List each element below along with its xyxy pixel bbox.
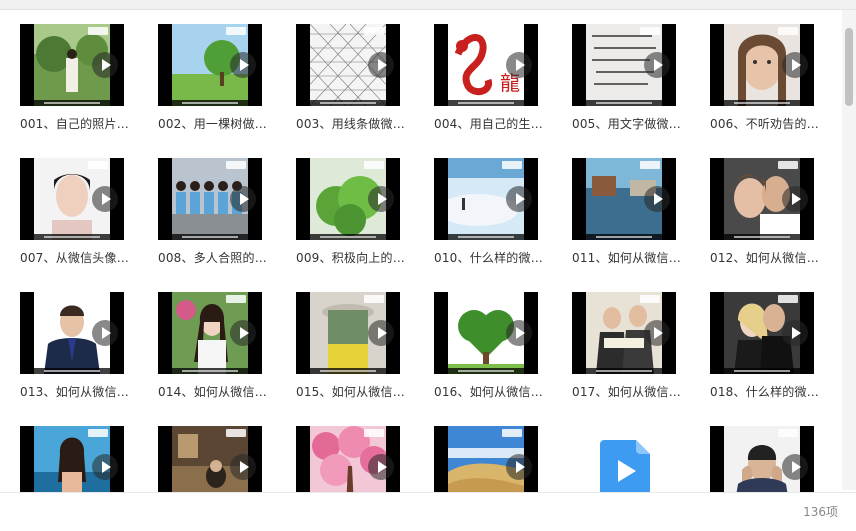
item-count: 136项 [803,505,838,519]
file-name: 008、多人合照的… [158,251,267,265]
video-thumbnail[interactable] [20,426,124,492]
file-name: 003、用线条做微… [296,117,405,131]
video-file-item[interactable]: 011、如何从微信… [572,158,681,265]
play-icon [92,454,118,480]
file-name: 015、如何从微信… [296,385,405,399]
video-thumbnail[interactable] [296,292,400,374]
file-name: 004、用自己的生… [434,117,543,131]
file-name: 002、用一棵树做… [158,117,267,131]
video-file-item[interactable]: 015、如何从微信… [296,292,405,399]
file-name: 014、如何从微信… [158,385,267,399]
file-name: 013、如何从微信… [20,385,129,399]
file-name: 018、什么样的微… [710,385,819,399]
vertical-scrollbar[interactable] [842,10,856,490]
play-icon [782,320,808,346]
play-icon [644,52,670,78]
video-file-item[interactable]: 016、如何从微信… [434,292,543,399]
video-file-item[interactable]: 008、多人合照的… [158,158,267,265]
play-icon [368,52,394,78]
video-thumbnail[interactable] [434,158,538,240]
play-icon [230,52,256,78]
play-icon [782,52,808,78]
video-file-item[interactable]: 002、用一棵树做… [158,24,267,131]
video-file-item[interactable]: 001、自己的照片… [20,24,129,131]
play-icon [368,320,394,346]
video-file-item[interactable] [296,426,400,492]
video-file-item[interactable]: 006、不听劝告的… [710,24,819,131]
file-name: 009、积极向上的… [296,251,405,265]
play-icon [92,52,118,78]
video-thumbnail[interactable] [20,158,124,240]
video-thumbnail[interactable] [572,292,676,374]
video-file-item[interactable]: 007、从微信头像… [20,158,129,265]
play-icon [92,320,118,346]
video-thumbnail[interactable] [158,158,262,240]
file-grid-viewport[interactable]: 001、自己的照片… 002、用一棵树做… 003、用线条做微… 龍 004、用… [0,10,840,492]
video-file-item[interactable]: 013、如何从微信… [20,292,129,399]
video-thumbnail[interactable] [572,24,676,106]
video-thumbnail[interactable] [710,426,814,492]
file-name: 017、如何从微信… [572,385,681,399]
file-name: 007、从微信头像… [20,251,129,265]
video-file-item[interactable] [434,426,538,492]
status-bar: 136项 [0,492,856,531]
play-icon [506,320,532,346]
video-file-item[interactable]: 018、什么样的微… [710,292,819,399]
video-file-item[interactable] [20,426,124,492]
play-icon [368,454,394,480]
play-icon [782,186,808,212]
video-thumbnail[interactable] [572,158,676,240]
play-icon [644,320,670,346]
play-icon [230,454,256,480]
play-icon [230,186,256,212]
video-file-item[interactable]: 龍 004、用自己的生… [434,24,543,131]
video-thumbnail[interactable] [158,426,262,492]
video-file-icon [600,440,650,492]
video-thumbnail[interactable] [710,158,814,240]
video-file-item[interactable]: 010、什么样的微… [434,158,543,265]
play-icon [506,454,532,480]
video-thumbnail[interactable] [20,24,124,106]
file-name: 001、自己的照片… [20,117,129,131]
play-icon [92,186,118,212]
video-thumbnail[interactable] [158,292,262,374]
video-thumbnail[interactable] [20,292,124,374]
play-icon [644,186,670,212]
video-file-item[interactable] [710,426,814,492]
play-icon [368,186,394,212]
video-file-item[interactable]: 014、如何从微信… [158,292,267,399]
file-name: 011、如何从微信… [572,251,681,265]
window-top-edge [0,0,856,10]
video-thumbnail[interactable] [296,158,400,240]
play-icon [782,454,808,480]
play-icon [506,52,532,78]
file-name: 012、如何从微信… [710,251,819,265]
video-file-item[interactable]: 009、积极向上的… [296,158,405,265]
video-file-item[interactable]: 012、如何从微信… [710,158,819,265]
video-thumbnail[interactable]: 龍 [434,24,538,106]
file-grid: 001、自己的照片… 002、用一棵树做… 003、用线条做微… 龍 004、用… [20,24,819,492]
video-thumbnail[interactable] [710,24,814,106]
video-file-item[interactable]: 017、如何从微信… [572,292,681,399]
video-file-generic[interactable] [572,426,676,492]
video-file-item[interactable] [158,426,262,492]
file-name: 005、用文字做微… [572,117,681,131]
video-file-item[interactable]: 003、用线条做微… [296,24,405,131]
video-thumbnail[interactable] [296,24,400,106]
play-icon [230,320,256,346]
video-thumbnail[interactable] [296,426,400,492]
video-thumbnail[interactable] [710,292,814,374]
play-icon [506,186,532,212]
video-file-item[interactable] [572,426,676,492]
video-thumbnail[interactable] [434,426,538,492]
file-name: 010、什么样的微… [434,251,543,265]
file-name: 006、不听劝告的… [710,117,819,131]
file-name: 016、如何从微信… [434,385,543,399]
video-thumbnail[interactable] [158,24,262,106]
scrollbar-thumb[interactable] [845,28,853,106]
video-file-item[interactable]: 005、用文字做微… [572,24,681,131]
video-thumbnail[interactable] [434,292,538,374]
